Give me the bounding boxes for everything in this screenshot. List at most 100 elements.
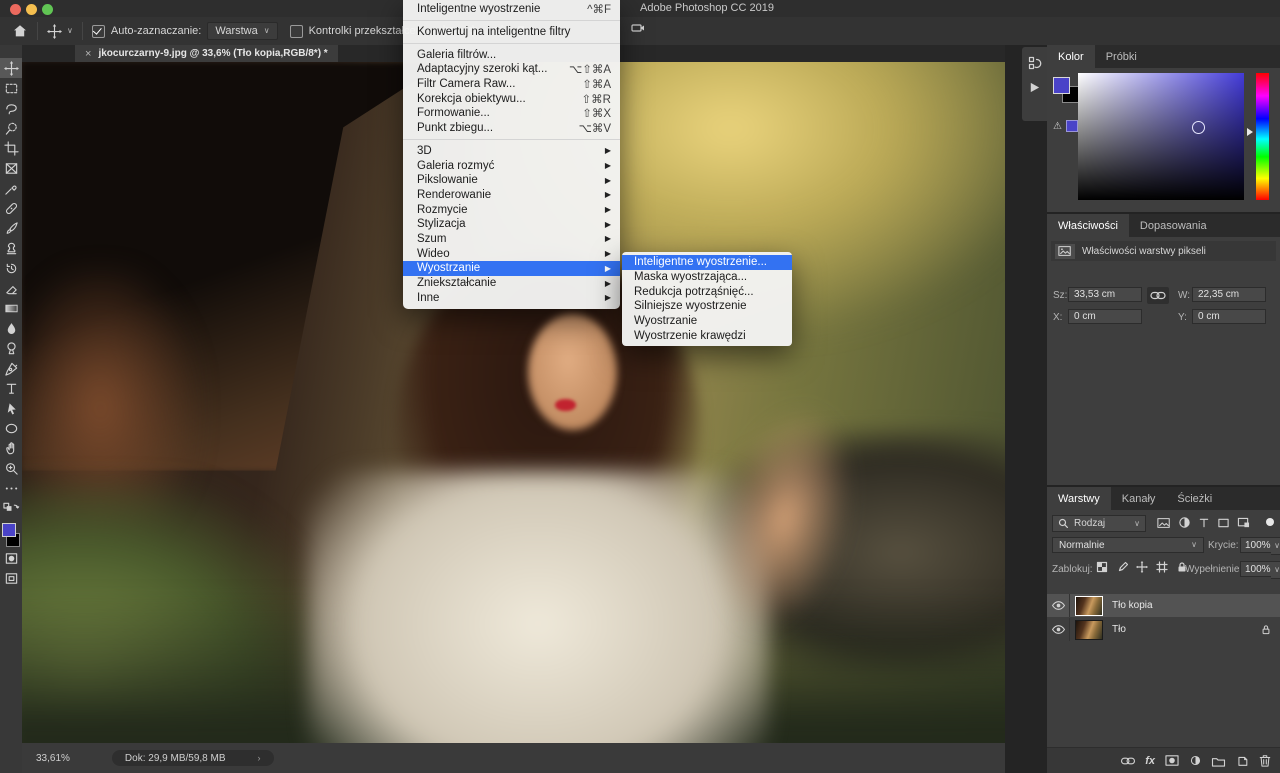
layer-thumbnail[interactable] xyxy=(1075,620,1103,640)
tab-color[interactable]: Kolor xyxy=(1047,45,1095,68)
y-field[interactable]: 0 cm xyxy=(1192,309,1266,324)
color-picker-ring-icon[interactable] xyxy=(1192,121,1205,134)
submenu-item-smart-sharpen[interactable]: Inteligentne wyostrzenie... xyxy=(622,255,792,270)
crop-tool[interactable] xyxy=(0,138,22,158)
zoom-level-field[interactable]: 33,61% xyxy=(36,753,70,764)
quick-mask-icon[interactable] xyxy=(0,548,22,568)
x-field[interactable]: 0 cm xyxy=(1068,309,1142,324)
layer-name[interactable]: Tło kopia xyxy=(1112,600,1153,611)
layer-row-tlo-kopia[interactable]: Tło kopia xyxy=(1047,594,1280,617)
blend-mode-dropdown[interactable]: Normalnie ∨ xyxy=(1052,537,1204,553)
layer-visibility-icon[interactable] xyxy=(1047,618,1070,641)
transform-controls-checkbox[interactable] xyxy=(290,25,303,38)
auto-select-dropdown[interactable]: Warstwa ∨ xyxy=(207,22,277,40)
healing-brush-tool[interactable] xyxy=(0,198,22,218)
delete-layer-icon[interactable] xyxy=(1258,754,1272,767)
auto-select-checkbox[interactable] xyxy=(92,25,105,38)
panel-menu-icon[interactable] xyxy=(1259,221,1272,231)
menu-item-smart-sharpen-top[interactable]: Inteligentne wyostrzenie^⌘F xyxy=(403,2,620,17)
extra-options-icon[interactable] xyxy=(631,23,645,33)
screen-mode-icon[interactable] xyxy=(0,568,22,588)
marquee-tool[interactable] xyxy=(0,78,22,98)
close-window-button[interactable] xyxy=(10,4,21,15)
brush-tool[interactable] xyxy=(0,218,22,238)
closest-color-swatch[interactable] xyxy=(1066,120,1078,132)
foreground-background-swatches[interactable] xyxy=(1,522,21,548)
close-tab-icon[interactable]: × xyxy=(85,48,91,60)
link-dimensions-icon[interactable] xyxy=(1147,287,1169,304)
submenu-item-unsharp-mask[interactable]: Maska wyostrzająca... xyxy=(622,270,792,285)
menu-item-3d[interactable]: 3D▶ xyxy=(403,144,620,159)
filter-type-layers-icon[interactable] xyxy=(1198,517,1210,529)
add-layer-mask-icon[interactable] xyxy=(1164,754,1180,767)
quick-selection-tool[interactable] xyxy=(0,118,22,138)
home-icon[interactable] xyxy=(12,23,28,39)
menu-item-vanishing-point[interactable]: Punkt zbiegu...⌥⌘V xyxy=(403,121,620,136)
document-size-indicator[interactable]: Dok: 29,9 MB/59,8 MB › xyxy=(112,750,274,766)
edit-toolbar-icon[interactable] xyxy=(0,478,22,498)
foreground-color-swatch[interactable] xyxy=(2,523,16,537)
menu-item-pixelate[interactable]: Pikslowanie▶ xyxy=(403,173,620,188)
eraser-tool[interactable] xyxy=(0,278,22,298)
lock-artboard-icon[interactable] xyxy=(1156,561,1168,573)
tab-swatches[interactable]: Próbki xyxy=(1095,45,1148,68)
filter-adjustment-layers-icon[interactable] xyxy=(1178,516,1191,529)
layer-row-tlo[interactable]: Tło xyxy=(1047,618,1280,641)
opacity-field[interactable]: 100% xyxy=(1240,537,1272,553)
filter-pixel-layers-icon[interactable] xyxy=(1157,517,1171,529)
menu-item-other[interactable]: Inne▶ xyxy=(403,290,620,305)
menu-item-convert-smart-filters[interactable]: Konwertuj na inteligentne filtry xyxy=(403,25,620,40)
menu-item-adaptive-wide-angle[interactable]: Adaptacyjny szeroki kąt...⌥⇧⌘A xyxy=(403,62,620,77)
lock-pixels-icon[interactable] xyxy=(1116,561,1128,573)
new-layer-icon[interactable] xyxy=(1235,754,1249,767)
actions-panel-icon[interactable] xyxy=(1028,81,1041,94)
menu-item-noise[interactable]: Szum▶ xyxy=(403,232,620,247)
lasso-tool[interactable] xyxy=(0,98,22,118)
pen-tool[interactable] xyxy=(0,358,22,378)
blur-tool[interactable] xyxy=(0,318,22,338)
opacity-chevron-icon[interactable]: ∨ xyxy=(1271,537,1280,555)
history-brush-tool[interactable] xyxy=(0,258,22,278)
submenu-item-sharpen-more[interactable]: Silniejsze wyostrzenie xyxy=(622,299,792,314)
panel-menu-icon[interactable] xyxy=(1259,494,1272,504)
chevron-down-icon[interactable]: ∨ xyxy=(67,27,73,35)
gradient-tool[interactable] xyxy=(0,298,22,318)
menu-item-render[interactable]: Renderowanie▶ xyxy=(403,188,620,203)
menu-item-distort[interactable]: Zniekształcanie▶ xyxy=(403,276,620,291)
submenu-item-sharpen[interactable]: Wyostrzanie xyxy=(622,314,792,329)
submenu-item-shake-reduction[interactable]: Redukcja potrząśnięć... xyxy=(622,284,792,299)
menu-item-liquify[interactable]: Formowanie...⇧⌘X xyxy=(403,106,620,121)
history-panel-icon[interactable] xyxy=(1028,56,1042,70)
lock-transparency-icon[interactable] xyxy=(1096,561,1108,573)
menu-item-sharpen[interactable]: Wyostrzanie▶ xyxy=(403,261,620,276)
document-tab[interactable]: × jkocurczarny-9.jpg @ 33,6% (Tło kopia,… xyxy=(75,45,338,62)
tab-paths[interactable]: Ścieżki xyxy=(1166,487,1223,510)
menu-item-blur-gallery[interactable]: Galeria rozmyć▶ xyxy=(403,158,620,173)
gamut-warning[interactable]: ⚠ xyxy=(1053,120,1078,132)
zoom-window-button[interactable] xyxy=(42,4,53,15)
dodge-tool[interactable] xyxy=(0,338,22,358)
tab-layers[interactable]: Warstwy xyxy=(1047,487,1111,510)
layer-style-icon[interactable]: fx xyxy=(1145,755,1155,767)
fill-chevron-icon[interactable]: ∨ xyxy=(1271,561,1280,579)
menu-item-lens-correction[interactable]: Korekcja obiektywu...⇧⌘R xyxy=(403,91,620,106)
move-tool-preset-icon[interactable] xyxy=(47,24,62,39)
fill-field[interactable]: 100% xyxy=(1240,561,1272,577)
menu-item-camera-raw[interactable]: Filtr Camera Raw...⇧⌘A xyxy=(403,77,620,92)
link-layers-icon[interactable] xyxy=(1120,755,1136,767)
hand-tool[interactable] xyxy=(0,438,22,458)
tab-properties[interactable]: Właściwości xyxy=(1047,214,1129,237)
height-field[interactable]: 22,35 cm xyxy=(1192,287,1266,302)
menu-item-filter-gallery[interactable]: Galeria filtrów... xyxy=(403,47,620,62)
menu-item-video[interactable]: Wideo▶ xyxy=(403,246,620,261)
filter-smart-objects-icon[interactable] xyxy=(1237,517,1250,529)
tab-channels[interactable]: Kanały xyxy=(1111,487,1167,510)
adjustment-layer-icon[interactable] xyxy=(1189,754,1202,767)
clone-stamp-tool[interactable] xyxy=(0,238,22,258)
color-field[interactable] xyxy=(1078,73,1244,200)
menu-item-stylize[interactable]: Stylizacja▶ xyxy=(403,217,620,232)
type-tool[interactable] xyxy=(0,378,22,398)
minimize-window-button[interactable] xyxy=(26,4,37,15)
default-swap-colors-icon[interactable] xyxy=(0,498,22,518)
foreground-color-swatch[interactable] xyxy=(1053,77,1070,94)
